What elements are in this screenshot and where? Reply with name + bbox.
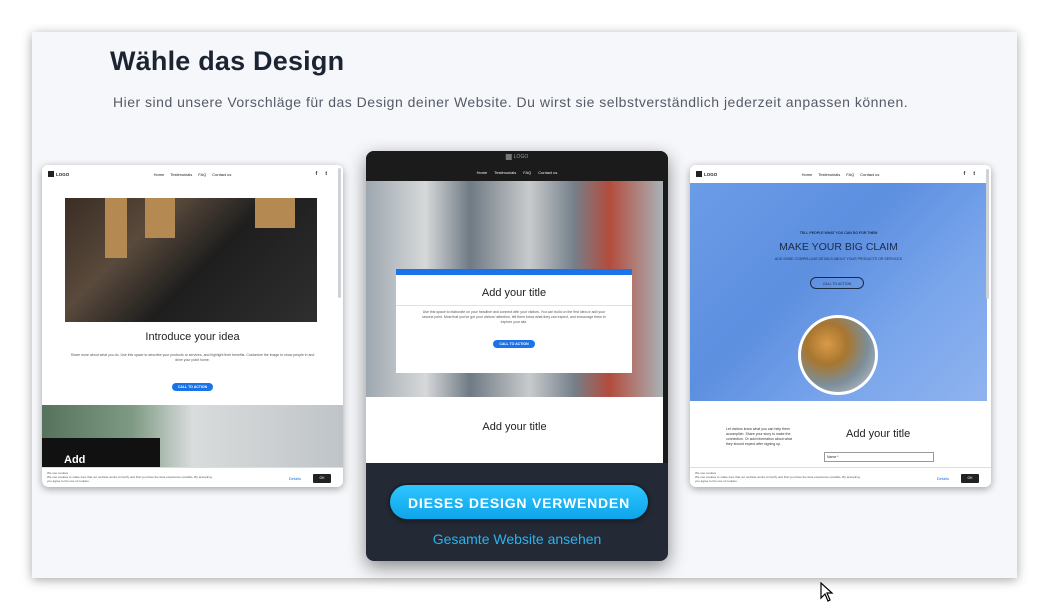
template-card-middle[interactable]: LOGO Home Testimonials FAQ Contact us Ad… [366,151,668,561]
template-section-heading: Add [64,454,86,466]
cookie-ok-button: OK [961,474,979,483]
cookie-banner: We use cookies We use cookies to make su… [42,467,343,487]
nav-link-testimonials: Testimonials [818,171,841,177]
cookie-ok-button: OK [313,474,331,483]
template-cta-button: CALL TO ACTION [810,277,864,289]
twitter-icon: t [973,171,975,177]
twitter-icon: t [325,171,327,177]
logo-text: LOGO [56,171,70,177]
template-cta-button: CALL TO ACTION [493,340,535,348]
nav-link-contact: Contact us [212,171,232,177]
hero-image-shape [145,198,175,238]
template-nav: LOGO Home Testimonials FAQ Contact us f … [690,165,991,183]
template-subheading: ADD SOME COMPELLING DETAILS ABOUT YOUR P… [774,257,903,261]
template-section: Add your title [366,397,663,463]
template-tagline: TELL PEOPLE WHAT YOU CAN DO FOR THEM [799,231,878,235]
facebook-icon: f [963,171,966,177]
template-logo: LOGO [696,171,717,177]
nav-link-faq: FAQ [198,171,207,177]
template-card-left[interactable]: LOGO Home Testimonials FAQ Contact us f … [42,165,343,487]
logo-icon [48,171,54,177]
template-round-image [798,315,878,395]
template-box-title: Add your title [481,287,547,299]
template-section-title: Add your title [482,421,547,433]
nav-link-contact: Contact us [538,170,558,175]
template-logo: LOGO [505,154,529,160]
logo-text: LOGO [513,154,529,160]
template-hero-box: Add your title Use this space to elabora… [396,269,632,373]
preview-scrollbar [986,169,989,299]
page-title: Wähle das Design [110,46,345,76]
cookie-text: We use cookies to make sure that our web… [695,475,861,483]
template-cta-wrap: CALL TO ACTION [396,332,632,350]
template-cta-button: CALL TO ACTION [171,383,214,391]
template-hero-image: Add your title Use this space to elabora… [366,181,663,397]
template-cta-wrap: CALL TO ACTION [42,375,343,393]
template-card-right[interactable]: LOGO Home Testimonials FAQ Contact us f … [690,165,991,487]
template-logo: LOGO [48,171,69,177]
nav-link-home: Home [153,171,165,177]
nav-link-home: Home [476,170,488,175]
template-nav-links: Home Testimonials FAQ Contact us [477,170,558,175]
hero-image-shape [255,198,295,228]
template-social: f t [316,171,327,177]
nav-link-faq: FAQ [846,171,855,177]
template-social: f t [964,171,975,177]
template-section-title: Add your title [846,428,911,440]
nav-link-faq: FAQ [523,170,532,175]
nav-link-contact: Contact us [860,171,880,177]
cookie-details-link: Details [288,476,301,481]
mouse-cursor-icon [820,582,834,602]
template-heading: Introduce your idea [145,331,240,343]
template-text: Share more about what you do. Use this s… [70,353,315,362]
facebook-icon: f [315,171,318,177]
logo-icon [696,171,702,177]
logo-text: LOGO [704,171,718,177]
cookie-text: We use cookies to make sure that our web… [47,475,213,483]
template-name-field: Name * [824,452,934,462]
nav-link-home: Home [801,171,813,177]
template-nav: LOGO Home Testimonials FAQ Contact us f … [42,165,343,183]
hero-image-shape [105,198,127,258]
template-claim: MAKE YOUR BIG CLAIM [779,241,898,253]
use-design-button[interactable]: DIESES DESIGN VERWENDEN [390,485,648,519]
template-box-text: Use this space to elaborate on your head… [422,310,606,324]
page-subtitle: Hier sind unsere Vorschläge für das Desi… [113,94,909,110]
template-text: Let visitors know what you can help them… [726,427,792,446]
divider [396,305,632,306]
template-nav-links: Home Testimonials FAQ Contact us [154,172,232,177]
design-selection-panel: Wähle das Design Hier sind unsere Vorsch… [32,32,1017,578]
template-hero-image: TELL PEOPLE WHAT YOU CAN DO FOR THEM MAK… [690,183,987,401]
template-nav: LOGO Home Testimonials FAQ Contact us [366,151,668,181]
nav-link-testimonials: Testimonials [170,171,193,177]
template-hero-image [65,198,317,322]
cookie-banner: We use cookies We use cookies to make su… [690,467,991,487]
template-nav-links: Home Testimonials FAQ Contact us [802,172,880,177]
preview-scrollbar [338,168,341,298]
nav-link-testimonials: Testimonials [494,170,517,175]
logo-icon [505,154,512,160]
cookie-details-link: Details [936,476,949,481]
preview-scrollbar [663,181,668,463]
view-full-website-link[interactable]: Gesamte Website ansehen [366,531,668,547]
